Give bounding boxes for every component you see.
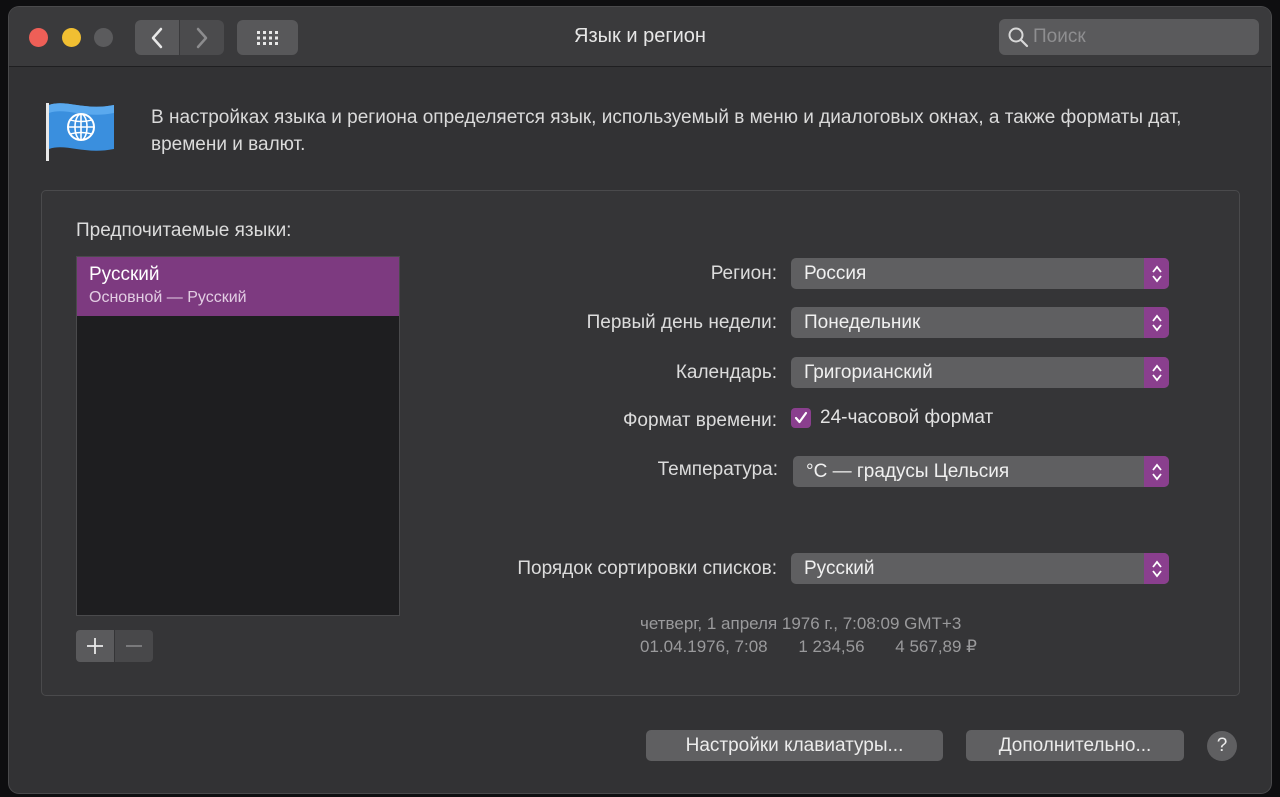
up-down-arrows-icon [1144,307,1169,338]
up-down-arrows-icon [1144,258,1169,289]
sample-currency: 4 567,89 ₽ [895,637,977,656]
calendar-popup[interactable]: Григорианский [791,357,1169,388]
remove-language-button[interactable] [115,630,153,662]
preferred-languages-label: Предпочитаемые языки: [76,220,292,241]
search-field[interactable] [999,19,1259,55]
language-subtitle: Основной — Русский [89,289,247,306]
sort-order-label: Порядок сортировки списков: [517,558,777,579]
checkmark-icon [794,411,808,424]
keyboard-settings-button[interactable]: Настройки клавиатуры... [646,730,943,761]
sort-order-popup[interactable]: Русский [791,553,1169,584]
up-down-arrows-icon [1144,553,1169,584]
region-label: Регион: [710,263,777,284]
sample-date-long: четверг, 1 апреля 1976 г., 7:08:09 GMT+3 [640,614,962,633]
24-hour-label[interactable]: 24-часовой формат [820,407,993,429]
sort-order-value: Русский [804,557,875,579]
calendar-label: Календарь: [675,362,777,383]
preferences-window: Язык и регион В настройках языка и регио… [9,7,1271,793]
sample-number: 1 234,56 [798,637,865,656]
search-icon [1007,26,1029,48]
settings-panel: Предпочитаемые языки: Русский Основной —… [41,190,1240,696]
advanced-button[interactable]: Дополнительно... [966,730,1184,761]
time-format-label: Формат времени: [622,410,777,431]
temperature-popup[interactable]: °C — градусы Цельсия [793,456,1169,487]
search-input[interactable] [1033,26,1243,48]
add-remove-control [76,630,154,662]
minus-icon [126,645,142,647]
help-button[interactable]: ? [1207,731,1237,761]
up-down-arrows-icon [1144,456,1169,487]
region-value: Россия [804,262,867,284]
first-day-label: Первый день недели: [586,312,777,333]
add-language-button[interactable] [76,630,114,662]
temperature-value: °C — градусы Цельсия [806,460,1010,482]
first-day-popup[interactable]: Понедельник [791,307,1169,338]
language-flag-icon [46,103,114,161]
temperature-label: Температура: [657,459,778,480]
first-day-value: Понедельник [804,311,921,333]
description-text: В настройках языка и региона определяетс… [151,107,1182,155]
24-hour-checkbox[interactable] [791,408,811,428]
calendar-value: Григорианский [804,361,933,383]
sample-formats: 01.04.1976, 7:08 1 234,56 4 567,89 ₽ [640,637,1003,657]
up-down-arrows-icon [1144,357,1169,388]
plus-icon [87,638,103,654]
region-popup[interactable]: Россия [791,258,1169,289]
titlebar: Язык и регион [9,7,1271,67]
sample-date-short: 01.04.1976, 7:08 [640,637,768,656]
